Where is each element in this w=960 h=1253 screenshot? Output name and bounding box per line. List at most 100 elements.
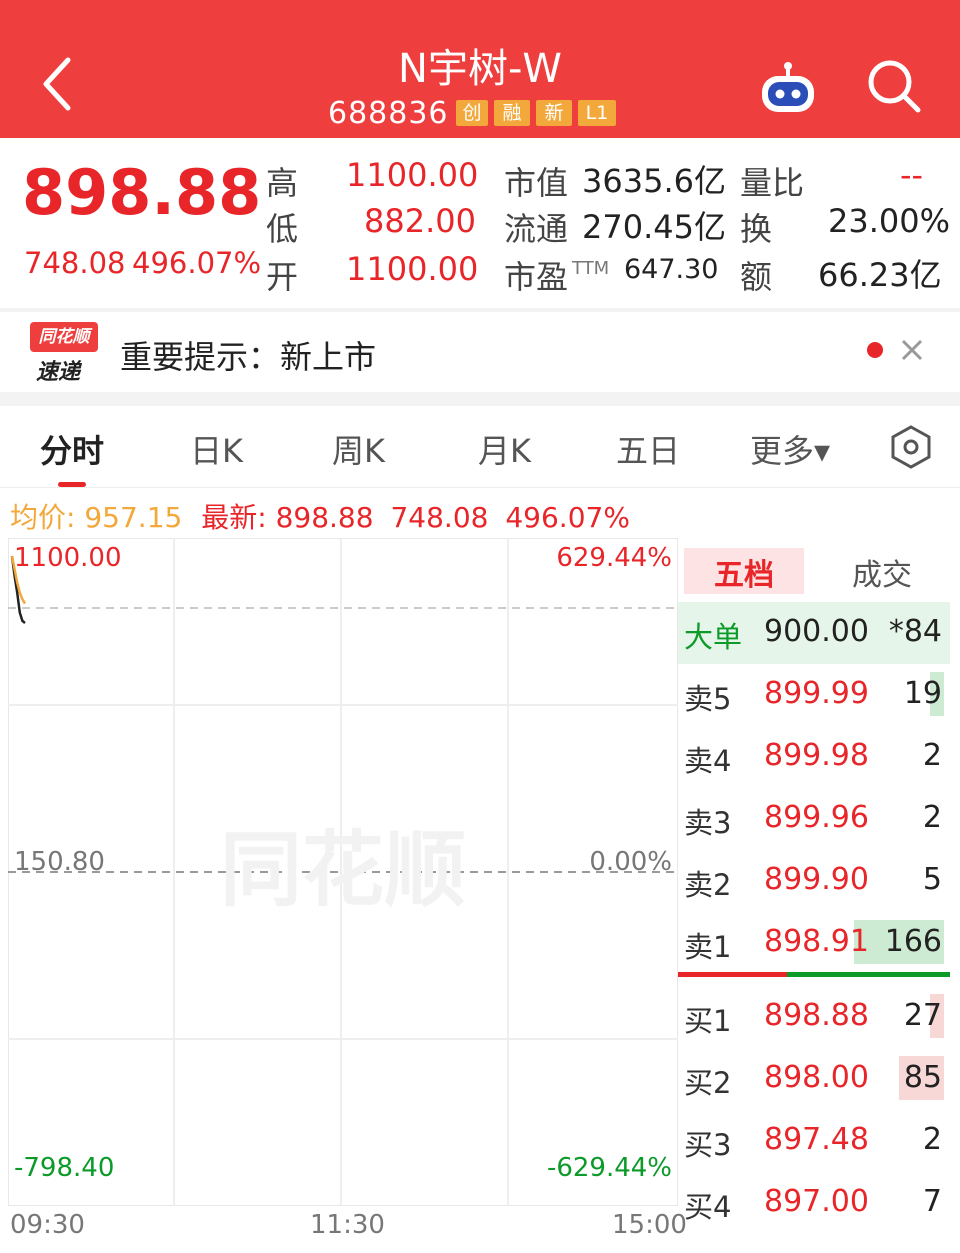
- last-price: 898.88: [22, 156, 262, 229]
- tab-five-day[interactable]: 五日: [616, 426, 680, 472]
- bid-vol: 85: [903, 1060, 942, 1095]
- top-bar: N宇树-W 688836 创 融 新 L1: [0, 0, 960, 138]
- pct-bottom-label: -629.44%: [547, 1153, 672, 1183]
- ask-label: 卖3: [684, 806, 732, 840]
- quote-panel: 898.88 748.08 496.07% 高 1100.00 低 882.00…: [0, 138, 960, 308]
- ask-row: 卖3 899.96 2: [678, 788, 950, 850]
- tab-daily-k[interactable]: 日K: [190, 426, 243, 472]
- big-order-vol: *84: [888, 614, 942, 649]
- ask-price: 898.91: [764, 924, 869, 959]
- ask-row: 卖5 899.99 19: [678, 664, 950, 726]
- pe-value: 647.30: [624, 254, 719, 285]
- ask-row: 卖4 899.98 2: [678, 726, 950, 788]
- bid-label: 买3: [684, 1128, 732, 1162]
- float-value: 270.45亿: [582, 208, 726, 246]
- big-order-price: 900.00: [764, 614, 869, 649]
- avg-label: 均价:: [10, 501, 76, 534]
- mktcap-value: 3635.6亿: [582, 162, 726, 200]
- ask-label: 卖4: [684, 744, 732, 778]
- ask-label: 卖2: [684, 868, 732, 902]
- turnover-label: 换: [740, 210, 773, 248]
- close-icon[interactable]: [900, 338, 924, 362]
- divider: [0, 392, 960, 406]
- robot-assistant-icon[interactable]: [758, 60, 818, 116]
- bid-label: 买1: [684, 1004, 732, 1038]
- avg-value: 957.15: [84, 501, 183, 534]
- big-order-row: 大单 900.00 *84: [678, 602, 950, 664]
- tab-five-levels[interactable]: 五档: [714, 550, 774, 594]
- bid-row: 买1 898.88 27: [678, 986, 950, 1048]
- x-tick-close: 15:00: [612, 1210, 687, 1240]
- high-value: 1100.00: [346, 156, 479, 194]
- latest-change-pct: 496.07%: [505, 501, 630, 534]
- latest-label: 最新:: [201, 501, 267, 534]
- ths-logo-bottom: 速递: [36, 360, 81, 385]
- bid-row: 买2 898.00 85: [678, 1048, 950, 1110]
- ask-price: 899.90: [764, 862, 869, 897]
- search-icon[interactable]: [866, 58, 922, 114]
- bid-label: 买2: [684, 1066, 732, 1100]
- latest-value: 898.88: [275, 501, 374, 534]
- unread-dot-icon: [867, 342, 883, 358]
- chart-info-line: 均价: 957.15 最新: 898.88 748.08 496.07%: [10, 496, 630, 536]
- ask-bid-split-red: [678, 972, 787, 977]
- x-tick-open: 09:30: [10, 1210, 85, 1240]
- amount-label: 额: [740, 258, 773, 296]
- time-axis: 09:30 11:30 15:00: [0, 1206, 687, 1253]
- low-label: 低: [266, 210, 299, 248]
- amount-value: 66.23亿: [818, 256, 942, 294]
- bid-row: 买4 897.00 7: [678, 1172, 950, 1234]
- ask-row: 卖2 899.90 5: [678, 850, 950, 912]
- ask-vol: 2: [922, 800, 942, 835]
- bid-vol: 27: [903, 998, 942, 1033]
- bid-vol: 7: [922, 1184, 942, 1219]
- tag-l1: L1: [578, 100, 616, 126]
- latest-change: 748.08: [390, 501, 489, 534]
- bid-vol: 2: [922, 1122, 942, 1157]
- bid-price: 898.88: [764, 998, 869, 1033]
- notice-text: 重要提示：新上市: [120, 338, 377, 376]
- order-book: 五档 成交 大单 900.00 *84 卖5 899.99 19 卖4 899.98 2 卖…: [678, 538, 960, 1253]
- chart-tabs: 分时 日K 周K 月K 五日 更多▾: [0, 406, 960, 488]
- mktcap-label: 市值: [504, 164, 569, 202]
- pe-label: 市盈: [504, 258, 569, 296]
- tag-rong: 融: [494, 100, 530, 126]
- volratio-value: --: [900, 156, 924, 194]
- pct-top-label: 629.44%: [556, 543, 672, 573]
- bid-price: 897.00: [764, 1184, 869, 1219]
- y-bottom-label: -798.40: [14, 1153, 114, 1183]
- ask-price: 899.96: [764, 800, 869, 835]
- ask-vol: 5: [922, 862, 942, 897]
- active-tab-indicator: [58, 482, 86, 487]
- bid-label: 买4: [684, 1190, 732, 1224]
- low-value: 882.00: [364, 202, 476, 240]
- pe-ttm-label: TTM: [572, 258, 610, 279]
- price-change-pct: 496.07%: [132, 246, 262, 280]
- tab-more[interactable]: 更多▾: [750, 426, 830, 472]
- ask-vol: 2: [922, 738, 942, 773]
- tag-xin: 新: [536, 100, 572, 126]
- settings-hexagon-icon[interactable]: [888, 424, 934, 470]
- ask-price: 899.98: [764, 738, 869, 773]
- turnover-value: 23.00%: [828, 202, 951, 240]
- ask-vol: 166: [884, 924, 942, 959]
- tab-intraday[interactable]: 分时: [40, 426, 104, 472]
- x-tick-midday: 11:30: [310, 1210, 385, 1240]
- tab-trades[interactable]: 成交: [852, 550, 912, 594]
- pct-mid-label: 0.00%: [589, 847, 672, 877]
- ths-logo-top: 同花顺: [30, 322, 98, 352]
- stock-code: 688836: [328, 96, 449, 131]
- volratio-label: 量比: [740, 164, 805, 202]
- tab-weekly-k[interactable]: 周K: [332, 426, 385, 472]
- bid-row: 买3 897.48 2: [678, 1110, 950, 1172]
- intraday-chart[interactable]: 同花顺 1100.00 629.44% 150.80 0.00% -798.40…: [8, 538, 678, 1206]
- tab-monthly-k[interactable]: 月K: [478, 426, 531, 472]
- bid-price: 898.00: [764, 1060, 869, 1095]
- chart-watermark: 同花顺: [220, 823, 466, 918]
- tag-chuang: 创: [456, 100, 488, 126]
- y-mid-label: 150.80: [14, 847, 105, 877]
- big-order-label: 大单: [684, 620, 743, 654]
- ask-vol: 19: [903, 676, 942, 711]
- notice-bar[interactable]: 同花顺 速递 重要提示：新上市: [0, 312, 960, 392]
- ask-price: 899.99: [764, 676, 869, 711]
